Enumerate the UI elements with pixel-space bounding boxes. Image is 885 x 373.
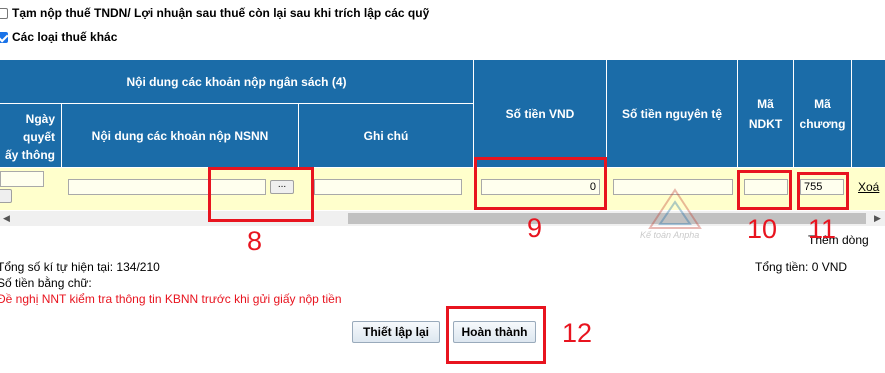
col-ma-chuong-line2: chương [799,116,846,131]
tam-nop-label: Tạm nộp thuế TNDN/ Lợi nhuận sau thuế cò… [12,6,430,20]
tam-nop-option[interactable]: Tạm nộp thuế TNDN/ Lợi nhuận sau thuế cò… [0,6,429,20]
col-ma-ndkt-header: Mã NDKT [738,60,794,168]
ngay-input[interactable] [0,171,44,187]
cac-loai-option[interactable]: Các loại thuế khác [0,30,117,44]
reset-button[interactable]: Thiết lập lại [352,321,440,343]
annotation-box-8 [208,167,314,222]
amount-in-words-label: Số tiền bằng chữ: [0,276,92,290]
col-sotien-vnd-text: Số tiền VND [505,106,575,121]
annotation-number-10: 10 [747,214,778,244]
warning-text: Đề nghị NNT kiểm tra thông tin KBNN trướ… [0,292,342,306]
tam-nop-checkbox[interactable] [0,7,8,19]
scroll-left-icon[interactable]: ◀ [3,213,10,224]
ghichu-input[interactable] [314,179,462,195]
annotation-box-12 [446,306,546,364]
col-ma-chuong-header: Mã chương [794,60,852,168]
watermark-text: Kế toán Anpha [640,230,700,240]
cac-loai-label: Các loại thuế khác [12,30,118,44]
col-ma-ndkt-line1: Mã [757,96,774,111]
col-noidung-text: Nội dung các khoản nộp NSNN [91,128,269,143]
annotation-number-9: 9 [527,213,543,243]
col-sotien-vnd-header: Số tiền VND [474,60,607,168]
col-ghichu-text: Ghi chú [363,128,409,143]
annotation-number-11: 11 [808,214,837,244]
col-ma-chuong-line1: Mã [814,96,831,111]
watermark-logo: Kế toán Anpha [640,188,710,247]
cac-loai-checkbox[interactable] [0,31,8,43]
col-ngay-line2: ấy thông [5,148,55,162]
scroll-right-icon[interactable]: ▶ [874,213,881,224]
col-noidung-header: Nội dung các khoản nộp NSNN [62,104,299,168]
reset-label: Thiết lập lại [362,325,429,339]
col-sotien-nt-header: Số tiền nguyên tệ [607,60,738,168]
col-sotien-nt-text: Số tiền nguyên tệ [621,106,722,121]
ngay-picker-button[interactable] [0,189,12,203]
annotation-box-10 [737,170,792,210]
col-action-header [852,60,885,168]
group-header: Nội dung các khoản nộp ngân sách (4) [0,60,474,104]
annotation-box-9 [474,157,607,210]
scrollbar-thumb[interactable] [348,213,866,224]
annotation-box-11 [797,172,849,210]
col-ngay-header: Ngày quyết ấy thông áo [0,104,62,180]
delete-row-link[interactable]: Xoá [858,180,879,194]
char-count: Tổng số kí tự hiện tại: 134/210 [0,260,160,274]
group-header-text: Nội dung các khoản nộp ngân sách (4) [126,74,347,89]
annotation-number-12: 12 [562,318,593,348]
col-ma-ndkt-line2: NDKT [748,116,783,131]
annotation-number-8: 8 [247,226,263,256]
col-ghichu-header: Ghi chú [299,104,474,168]
total-amount: Tổng tiền: 0 VND [755,260,848,274]
col-ngay-line1: Ngày quyết [22,112,55,144]
